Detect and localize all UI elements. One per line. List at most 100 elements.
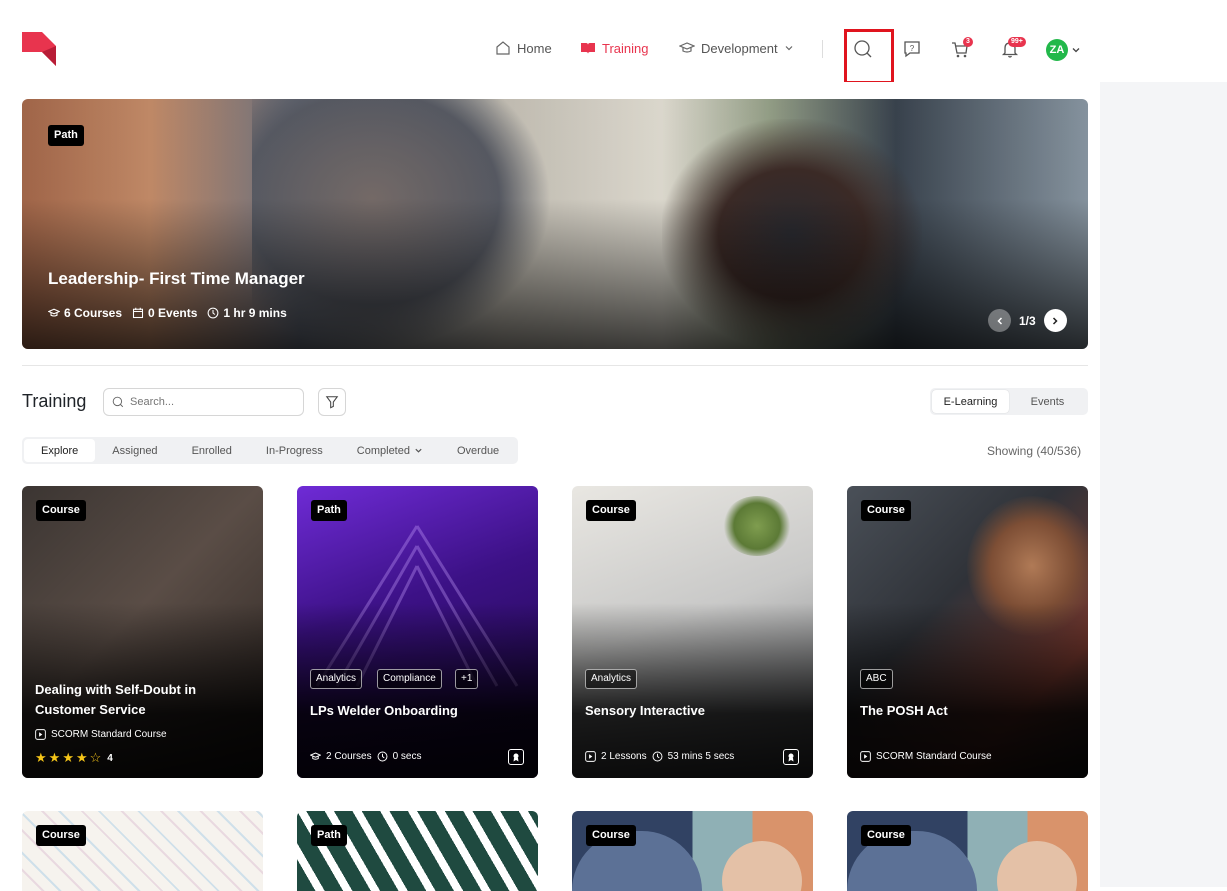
cart-badge: 3 xyxy=(963,37,973,47)
content-type-toggle: E-Learning Events xyxy=(930,388,1088,415)
tab-enrolled[interactable]: Enrolled xyxy=(175,439,249,462)
nav-divider xyxy=(822,40,823,58)
nav-training-label: Training xyxy=(602,40,649,56)
tab-overdue[interactable]: Overdue xyxy=(440,439,516,462)
card-title: The POSH Act xyxy=(860,703,948,718)
course-card[interactable]: Course ABC The POSH Act SCORM Standard C… xyxy=(847,486,1088,778)
chevron-down-icon xyxy=(785,46,793,51)
card-meta: SCORM Standard Course xyxy=(35,729,167,740)
hero-prev-button[interactable] xyxy=(988,309,1011,332)
certificate-icon xyxy=(508,749,524,765)
tab-explore[interactable]: Explore xyxy=(24,439,96,462)
user-avatar[interactable]: ZA xyxy=(1046,39,1068,61)
calendar-icon xyxy=(133,307,144,319)
hero-pager: 1/3 xyxy=(988,309,1067,332)
training-search-input[interactable] xyxy=(130,396,290,408)
tab-in-progress-label: In-Progress xyxy=(265,444,323,457)
star-filled-icon: ★ xyxy=(48,750,61,765)
card-rating: ★ ★ ★ ★ ☆ 4 xyxy=(35,750,113,766)
clock-icon xyxy=(377,751,388,762)
card-type-tag: Course xyxy=(586,500,636,521)
course-card[interactable]: Course xyxy=(847,811,1088,891)
hero-title[interactable]: Leadership- First Time Manager xyxy=(48,269,305,289)
play-icon xyxy=(35,729,46,740)
graduation-cap-icon xyxy=(48,308,60,317)
card-type-tag: Course xyxy=(36,500,86,521)
star-filled-icon: ★ xyxy=(75,750,88,765)
hero-events-label: 0 Events xyxy=(148,306,198,320)
chevron-down-icon xyxy=(415,448,422,453)
avatar-chevron-down-icon[interactable] xyxy=(1071,45,1081,55)
card-chip-more: +1 xyxy=(455,669,479,689)
nav-development-label: Development xyxy=(701,40,778,56)
top-navbar: Home Training Development ? 3 99+ ZA xyxy=(0,0,1227,84)
book-icon xyxy=(581,43,595,54)
star-empty-icon: ☆ xyxy=(89,750,102,765)
course-card[interactable]: Path xyxy=(297,811,538,891)
hero-duration-label: 1 hr 9 mins xyxy=(223,306,287,320)
play-icon xyxy=(585,751,596,762)
card-type-tag: Course xyxy=(36,825,86,846)
cart-button[interactable]: 3 xyxy=(947,36,973,62)
card-image-shape xyxy=(997,841,1077,891)
card-title: Dealing with Self-Doubt in Customer Serv… xyxy=(35,680,196,720)
nav-training[interactable]: Training xyxy=(580,40,648,56)
chevron-right-icon xyxy=(1053,316,1058,325)
card-type-tag: Course xyxy=(586,825,636,846)
help-chat-icon: ? xyxy=(904,41,920,58)
card-meta: 2 Lessons 53 mins 5 secs xyxy=(585,751,734,762)
certificate-icon xyxy=(783,749,799,765)
hero-next-button[interactable] xyxy=(1043,309,1067,332)
play-icon xyxy=(860,751,871,762)
tab-in-progress[interactable]: In-Progress xyxy=(249,439,340,462)
hero-courses: 6 Courses xyxy=(48,306,122,320)
filter-icon xyxy=(325,396,339,409)
card-title: LPs Welder Onboarding xyxy=(310,703,458,718)
tab-enrolled-label: Enrolled xyxy=(191,444,232,457)
help-button[interactable]: ? xyxy=(899,36,925,62)
notifications-button[interactable]: 99+ xyxy=(997,36,1026,62)
card-overlay xyxy=(297,486,538,778)
card-type-tag: Course xyxy=(861,500,911,521)
course-card[interactable]: Course xyxy=(22,811,263,891)
nav-home-label: Home xyxy=(517,40,552,56)
card-meta: 2 Courses 0 secs xyxy=(310,751,421,762)
card-meta-duration: 53 mins 5 secs xyxy=(667,751,735,762)
card-meta-lessons: 2 Lessons xyxy=(601,751,647,762)
card-overlay xyxy=(847,486,1088,778)
card-chip: Analytics xyxy=(585,669,638,689)
card-meta-label: SCORM Standard Course xyxy=(51,729,167,740)
segment-elearning[interactable]: E-Learning xyxy=(932,390,1009,413)
chevron-left-icon xyxy=(996,316,1002,325)
nav-home[interactable]: Home xyxy=(495,40,552,56)
card-title-line-1: Dealing with Self-Doubt in xyxy=(35,682,197,697)
brand-logo[interactable] xyxy=(22,32,56,66)
hero-pager-label: 1/3 xyxy=(1019,313,1036,328)
card-overlay xyxy=(572,486,813,778)
nav-development[interactable]: Development xyxy=(679,40,794,56)
course-card[interactable]: Course Analytics Sensory Interactive 2 L… xyxy=(572,486,813,778)
graduation-cap-icon xyxy=(310,752,321,760)
card-meta-courses: 2 Courses xyxy=(326,751,372,762)
training-section-title: Training xyxy=(22,391,87,411)
clock-icon xyxy=(207,307,219,319)
card-chip: Compliance xyxy=(377,669,442,689)
hero-duration: 1 hr 9 mins xyxy=(207,306,287,320)
hero-courses-label: 6 Courses xyxy=(64,306,123,320)
tab-overdue-label: Overdue xyxy=(456,444,500,457)
showing-count: Showing (40/536) xyxy=(987,444,1082,458)
segment-events[interactable]: Events xyxy=(1009,390,1086,413)
course-card[interactable]: Course Dealing with Self-Doubt in Custom… xyxy=(22,486,263,778)
tab-assigned[interactable]: Assigned xyxy=(95,439,174,462)
svg-text:?: ? xyxy=(910,44,915,53)
course-card[interactable]: Course xyxy=(572,811,813,891)
tab-completed[interactable]: Completed xyxy=(340,439,440,462)
card-type-tag: Path xyxy=(311,500,347,521)
filter-button[interactable] xyxy=(318,388,346,416)
training-search[interactable] xyxy=(103,388,304,416)
course-card[interactable]: Path Analytics Compliance +1 LPs Welder … xyxy=(297,486,538,778)
notifications-badge: 99+ xyxy=(1008,37,1026,47)
card-type-tag: Course xyxy=(861,825,911,846)
card-rating-value: 4 xyxy=(107,752,113,764)
tab-completed-label: Completed xyxy=(356,444,410,457)
